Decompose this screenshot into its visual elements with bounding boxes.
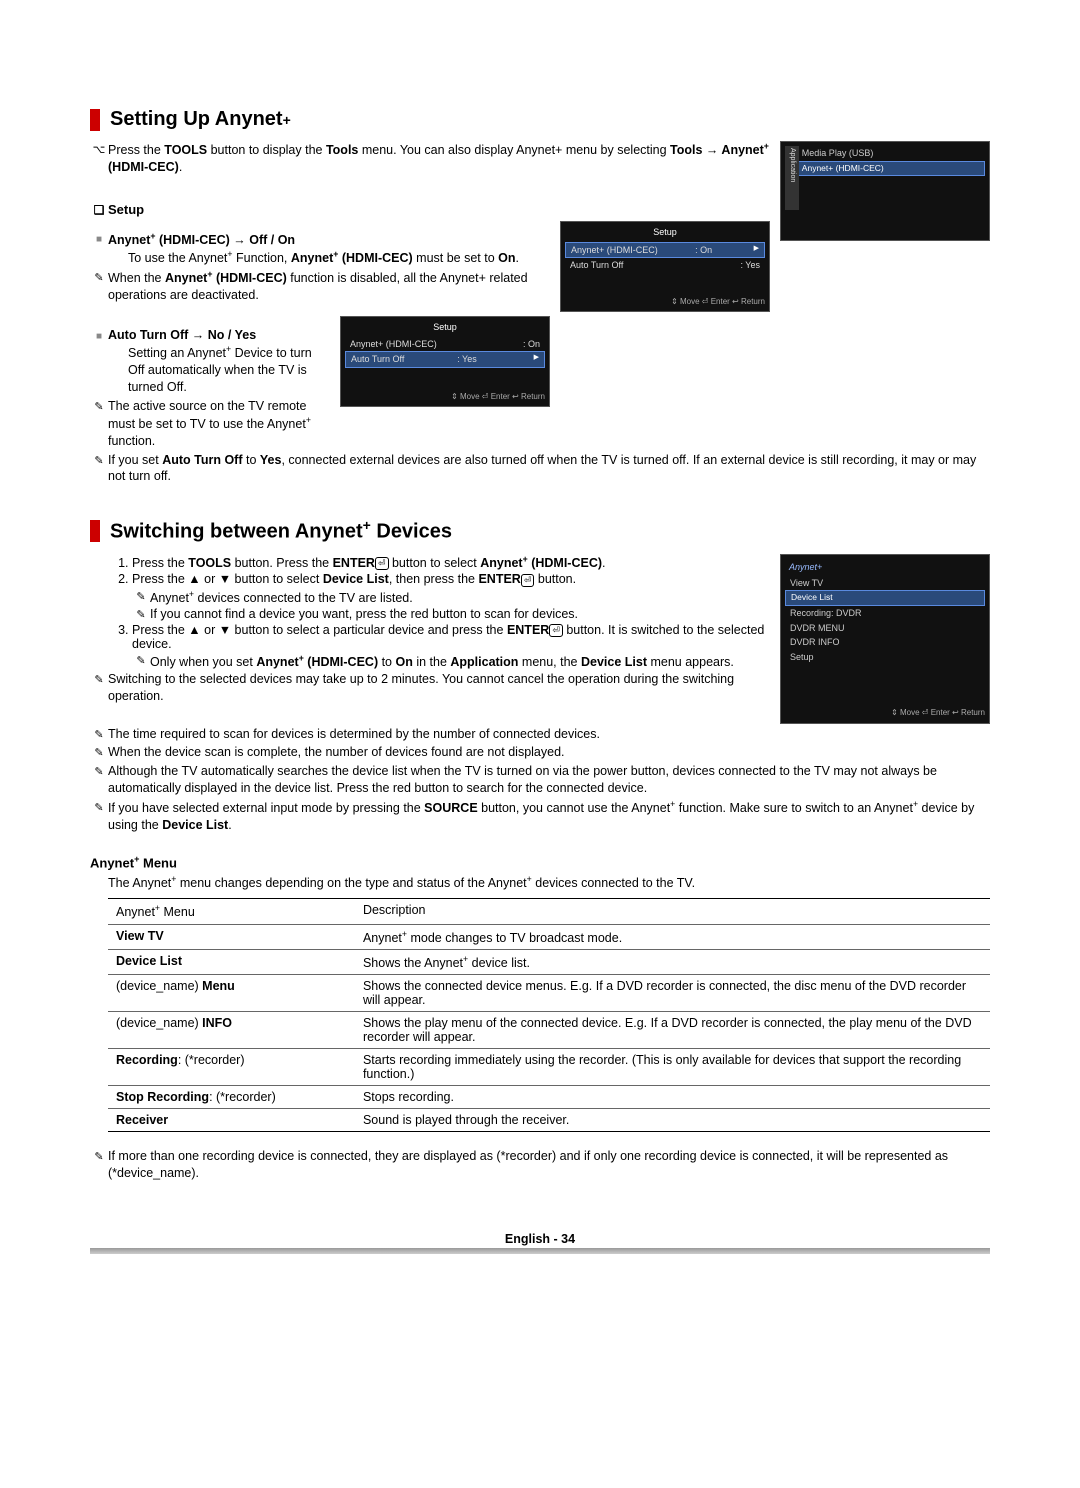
note-icon <box>90 726 108 743</box>
r7m: Receiver <box>108 1108 355 1131</box>
tools-icon <box>90 141 108 158</box>
r3d: Shows the connected device menus. E.g. I… <box>355 974 990 1011</box>
table-header-row: Anynet+ Menu Description <box>108 899 990 924</box>
r1d: Anynet+ mode changes to TV broadcast mod… <box>355 924 990 949</box>
setup-heading: Setup <box>108 202 770 217</box>
osd-setup2-row1: Anynet+ (HDMI-CEC): On <box>345 337 545 352</box>
r5m: Recording: (*recorder) <box>108 1048 355 1085</box>
table-row: (device_name) Menu Shows the connected d… <box>108 974 990 1011</box>
item2-note1: The active source on the TV remote must … <box>108 398 330 450</box>
table-row: Stop Recording: (*recorder) Stops record… <box>108 1085 990 1108</box>
table-row: View TV Anynet+ mode changes to TV broad… <box>108 924 990 949</box>
step2-n2: If you cannot find a device you want, pr… <box>150 607 578 621</box>
osd-anynet-i6: Setup <box>785 650 985 665</box>
sup-plus: + <box>283 112 291 128</box>
step3-n1: Only when you set Anynet+ (HDMI-CEC) to … <box>150 653 734 669</box>
s2-note5: If you have selected external input mode… <box>108 799 990 834</box>
item2-note2: If you set Auto Turn Off to Yes, connect… <box>108 452 990 486</box>
s2-note3: When the device scan is complete, the nu… <box>108 744 990 761</box>
item1-head: Anynet+ (HDMI-CEC) → Off / On <box>108 231 550 247</box>
enter-icon: ⏎ <box>549 624 563 637</box>
anynet-menu-heading: Anynet+ Menu <box>90 854 990 870</box>
item1-note1: When the Anynet+ (HDMI-CEC) function is … <box>108 269 550 304</box>
osd-app-item1: Media Play (USB) <box>785 146 985 161</box>
note-icon <box>90 1148 108 1165</box>
section-title-setting-up: Setting Up Anynet+ <box>90 108 990 131</box>
col-desc-header: Description <box>355 899 990 924</box>
table-row: Device List Shows the Anynet+ device lis… <box>108 949 990 974</box>
note-icon <box>90 763 108 780</box>
note-icon <box>90 398 108 415</box>
step2-n1: Anynet+ devices connected to the TV are … <box>150 589 413 605</box>
note-icon <box>132 589 150 603</box>
s2-note2: The time required to scan for devices is… <box>108 726 990 743</box>
red-bar-icon <box>90 109 100 131</box>
r4m: (device_name) INFO <box>108 1011 355 1048</box>
osd-setup2-footer: ⇕ Move ⏎ Enter ↩ Return <box>345 391 545 402</box>
r4d: Shows the play menu of the connected dev… <box>355 1011 990 1048</box>
footer-line <box>90 1248 990 1254</box>
table-row: Receiver Sound is played through the rec… <box>108 1108 990 1131</box>
r7d: Sound is played through the receiver. <box>355 1108 990 1131</box>
section2-title: Switching between Anynet+ Devices <box>110 517 452 544</box>
anynet-menu-intro: The Anynet+ menu changes depending on th… <box>108 874 990 892</box>
section1-title: Setting Up Anynet <box>110 108 283 131</box>
r2d: Shows the Anynet+ device list. <box>355 949 990 974</box>
enter-icon: ⏎ <box>375 557 389 570</box>
item1-line1: To use the Anynet+ Function, Anynet+ (HD… <box>128 249 990 267</box>
osd-anynet-i5: DVDR INFO <box>785 635 985 650</box>
section-title-switching: Switching between Anynet+ Devices <box>90 517 990 544</box>
table-footnote: If more than one recording device is con… <box>108 1148 990 1182</box>
osd-setup-1: Setup Anynet+ (HDMI-CEC): On Auto Turn O… <box>560 221 770 312</box>
osd-application: Application Media Play (USB) Anynet+ (HD… <box>780 141 990 241</box>
bullet-icon <box>90 328 108 342</box>
osd-anynet-i1: View TV <box>785 576 985 591</box>
red-bar-icon <box>90 520 100 542</box>
osd-setup-2: Setup Anynet+ (HDMI-CEC): On Auto Turn O… <box>340 316 550 407</box>
osd-anynet-i2: Device List <box>785 590 985 606</box>
note-icon <box>90 671 108 688</box>
note-icon <box>90 452 108 469</box>
osd-anynet-i3: Recording: DVDR <box>785 606 985 621</box>
osd-anynet-i4: DVDR MENU <box>785 621 985 636</box>
note-icon <box>132 653 150 667</box>
note-icon <box>132 607 150 621</box>
s2-note4: Although the TV automatically searches t… <box>108 763 990 797</box>
osd-anynet-title: Anynet+ <box>785 559 985 576</box>
col-menu-header: Anynet+ Menu <box>108 899 355 924</box>
osd-app-sidebar: Application <box>785 146 799 210</box>
r6d: Stops recording. <box>355 1085 990 1108</box>
s2-note1: Switching to the selected devices may ta… <box>108 671 770 705</box>
osd-app-item2: Anynet+ (HDMI-CEC) <box>785 161 985 177</box>
note-icon <box>90 269 108 286</box>
item2-line1: Setting an Anynet+ Device to turn Off au… <box>128 344 990 396</box>
table-row: (device_name) INFO Shows the play menu o… <box>108 1011 990 1048</box>
osd-anynet: Anynet+ View TV Device List Recording: D… <box>780 554 990 724</box>
r2m: Device List <box>108 949 355 974</box>
osd-setup1-row1: Anynet+ (HDMI-CEC): On <box>565 242 765 259</box>
r5d: Starts recording immediately using the r… <box>355 1048 990 1085</box>
osd-anynet-footer: ⇕ Move ⏎ Enter ↩ Return <box>785 707 985 718</box>
note-icon <box>90 799 108 816</box>
note-icon <box>90 744 108 761</box>
osd-setup1-title: Setup <box>565 226 765 239</box>
r3m: (device_name) Menu <box>108 974 355 1011</box>
osd-setup2-title: Setup <box>345 321 545 334</box>
r1m: View TV <box>108 924 355 949</box>
checkbox-icon <box>90 202 108 217</box>
page-footer: English - 34 <box>505 1232 575 1246</box>
osd-setup2-row2: Auto Turn Off: Yes <box>345 351 545 368</box>
osd-setup1-row2: Auto Turn Off: Yes <box>565 258 765 273</box>
enter-icon: ⏎ <box>521 574 535 587</box>
bullet-icon <box>90 231 108 245</box>
osd-setup1-footer: ⇕ Move ⏎ Enter ↩ Return <box>565 296 765 307</box>
section1-intro: Press the TOOLS button to display the To… <box>108 141 770 176</box>
anynet-menu-table: Anynet+ Menu Description View TV Anynet+… <box>108 898 990 1131</box>
table-row: Recording: (*recorder) Starts recording … <box>108 1048 990 1085</box>
r6m: Stop Recording: (*recorder) <box>108 1085 355 1108</box>
item2-head: Auto Turn Off → No / Yes <box>108 328 330 342</box>
